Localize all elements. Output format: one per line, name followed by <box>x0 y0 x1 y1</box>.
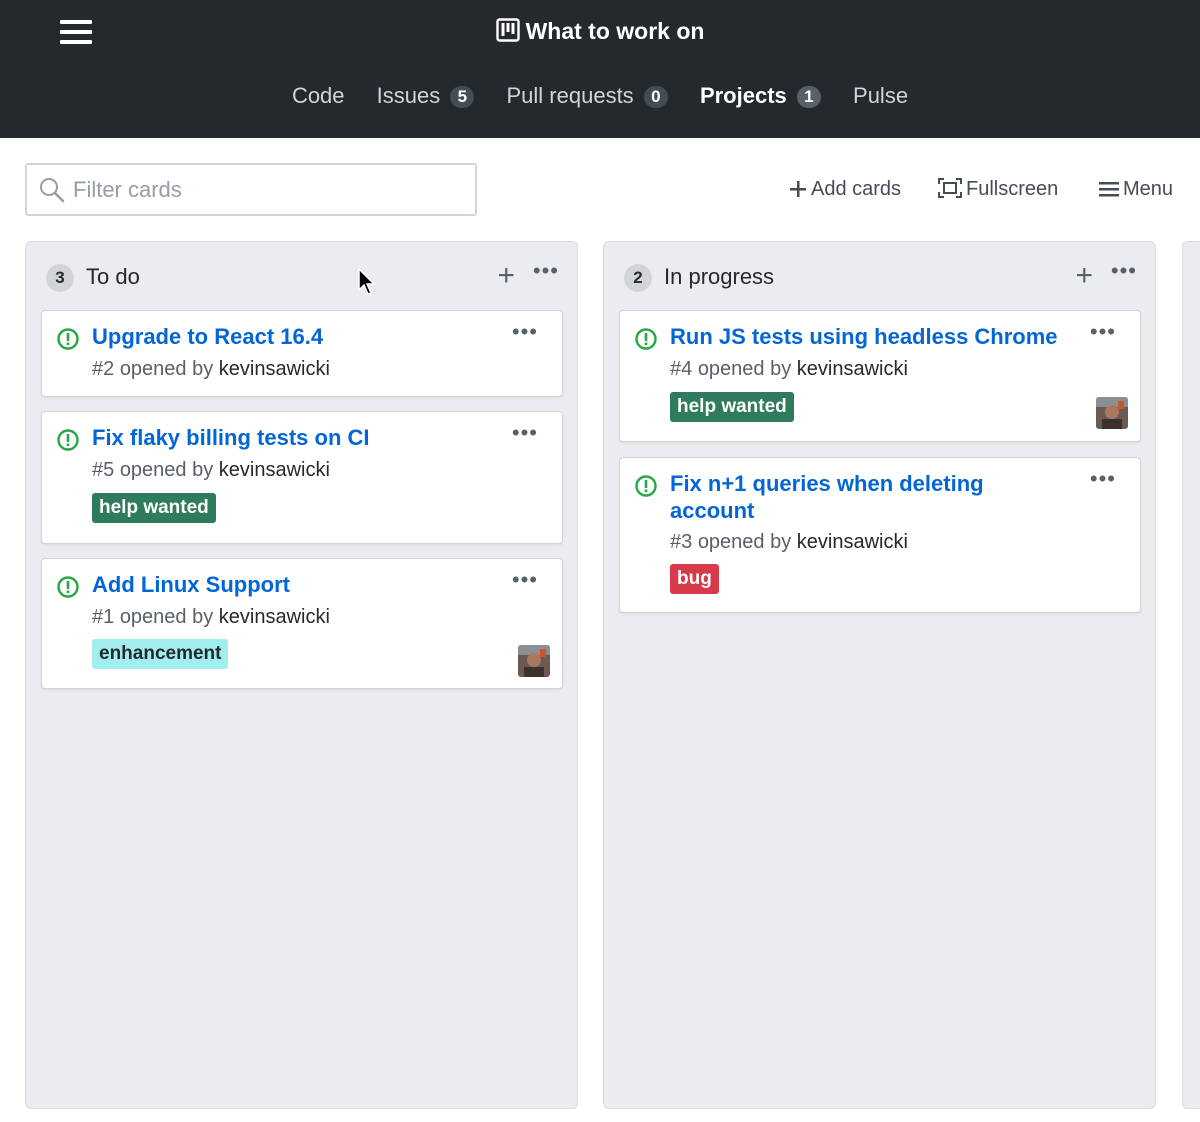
project-board-icon <box>495 18 520 42</box>
issue-title-link[interactable]: Upgrade to React 16.4 <box>92 323 502 350</box>
add-cards-label: Add cards <box>811 178 902 200</box>
issue-author-link[interactable]: kevinsawicki <box>797 531 908 553</box>
fullscreen-label: Fullscreen <box>966 178 1059 200</box>
card-more-icon[interactable]: ••• <box>512 319 538 345</box>
issue-opened-icon <box>57 328 79 350</box>
opened-by-text: opened by <box>119 358 214 380</box>
column-card-count: 2 <box>624 264 652 292</box>
add-card-plus-icon[interactable]: + <box>1075 261 1093 291</box>
nav-tab-pulse[interactable]: Pulse <box>853 83 908 109</box>
opened-by-text: opened by <box>697 358 792 380</box>
nav-tab-label: Code <box>291 83 345 108</box>
issue-author-link[interactable]: kevinsawicki <box>219 606 330 628</box>
assignee-avatar[interactable] <box>1096 397 1128 429</box>
opened-by-text: opened by <box>697 531 792 553</box>
issue-title-link[interactable]: Fix flaky billing tests on CI <box>92 424 502 451</box>
issue-number: #1 <box>92 606 115 628</box>
issue-title-link[interactable]: Fix n+1 queries when deleting account <box>670 470 1000 524</box>
nav-tab-pull-requests[interactable]: Pull requests 0 <box>507 83 668 109</box>
add-cards-button[interactable]: Add cards <box>789 178 901 201</box>
issue-author-link[interactable]: kevinsawicki <box>797 358 908 380</box>
pull-requests-counter: 0 <box>643 86 668 108</box>
issue-card[interactable]: Run JS tests using headless Chrome ••• #… <box>619 310 1141 442</box>
label-bug[interactable]: bug <box>670 564 719 594</box>
card-more-icon[interactable]: ••• <box>512 567 538 593</box>
nav-tab-label: Pull requests <box>506 83 634 108</box>
issue-title-link[interactable]: Add Linux Support <box>92 571 502 598</box>
issue-number: #4 <box>670 358 693 380</box>
issue-opened-icon <box>57 429 79 451</box>
card-more-icon[interactable]: ••• <box>1090 319 1116 345</box>
menu-label: Menu <box>1123 178 1174 200</box>
issue-meta: #1 opened by kevinsawicki <box>92 606 330 629</box>
search-icon <box>40 178 65 203</box>
issue-opened-icon <box>635 328 657 350</box>
column-more-icon[interactable]: ••• <box>1111 258 1137 284</box>
issue-meta: #5 opened by kevinsawicki <box>92 459 330 482</box>
project-title: What to work on <box>0 18 1200 45</box>
column-card-count: 3 <box>46 264 74 292</box>
opened-by-text: opened by <box>119 606 214 628</box>
column-partial <box>1182 241 1200 1109</box>
repo-header: What to work on Code Issues 5 Pull reque… <box>0 0 1200 138</box>
issue-card[interactable]: Fix flaky billing tests on CI ••• #5 ope… <box>41 411 563 544</box>
card-more-icon[interactable]: ••• <box>1090 466 1116 492</box>
issue-title-link[interactable]: Run JS tests using headless Chrome <box>670 323 1090 350</box>
column-name: To do <box>86 264 140 289</box>
column-name: In progress <box>664 264 775 289</box>
column-to-do: 3 To do + ••• Upgrade to React 16.4 ••• … <box>25 241 578 1109</box>
issue-card[interactable]: Upgrade to React 16.4 ••• #2 opened by k… <box>41 310 563 397</box>
nav-tab-projects[interactable]: Projects 1 <box>700 83 821 109</box>
column-in-progress: 2 In progress + ••• Run JS tests using h… <box>603 241 1156 1109</box>
repo-nav: Code Issues 5 Pull requests 0 Projects 1… <box>0 83 1200 109</box>
issue-opened-icon <box>635 475 657 497</box>
fullscreen-icon <box>938 178 962 198</box>
nav-tab-issues[interactable]: Issues 5 <box>377 83 475 109</box>
issue-opened-icon <box>57 576 79 598</box>
issue-author-link[interactable]: kevinsawicki <box>219 358 330 380</box>
fullscreen-button[interactable]: Fullscreen <box>938 178 1058 201</box>
nav-tab-label: Pulse <box>853 83 909 108</box>
plus-icon <box>790 181 806 197</box>
add-card-plus-icon[interactable]: + <box>497 261 515 291</box>
filter-cards-box <box>25 163 477 216</box>
menu-lines-icon <box>1099 182 1119 197</box>
card-more-icon[interactable]: ••• <box>512 420 538 446</box>
column-header: 2 In progress + ••• <box>624 258 1141 292</box>
label-help-wanted[interactable]: help wanted <box>670 392 794 422</box>
issue-meta: #2 opened by kevinsawicki <box>92 358 330 381</box>
issue-number: #5 <box>92 459 115 481</box>
projects-counter: 1 <box>796 86 821 108</box>
issue-card[interactable]: Fix n+1 queries when deleting account ••… <box>619 457 1141 613</box>
nav-tab-label: Projects <box>699 83 787 108</box>
nav-tab-code[interactable]: Code <box>292 83 345 109</box>
label-help-wanted[interactable]: help wanted <box>92 493 216 523</box>
column-more-icon[interactable]: ••• <box>533 258 559 284</box>
mouse-cursor-icon <box>358 268 376 295</box>
issue-meta: #4 opened by kevinsawicki <box>670 358 908 381</box>
issue-author-link[interactable]: kevinsawicki <box>219 459 330 481</box>
issue-meta: #3 opened by kevinsawicki <box>670 531 908 554</box>
issue-card[interactable]: Add Linux Support ••• #1 opened by kevin… <box>41 558 563 689</box>
board-menu-button[interactable]: Menu <box>1099 178 1173 201</box>
opened-by-text: opened by <box>119 459 214 481</box>
issue-number: #2 <box>92 358 115 380</box>
nav-tab-label: Issues <box>376 83 441 108</box>
assignee-avatar[interactable] <box>518 645 550 677</box>
issue-number: #3 <box>670 531 693 553</box>
label-enhancement[interactable]: enhancement <box>92 639 229 669</box>
issues-counter: 5 <box>450 86 475 108</box>
filter-cards-input[interactable] <box>73 173 463 207</box>
project-title-text: What to work on <box>525 18 705 44</box>
column-header: 3 To do + ••• <box>46 258 563 292</box>
